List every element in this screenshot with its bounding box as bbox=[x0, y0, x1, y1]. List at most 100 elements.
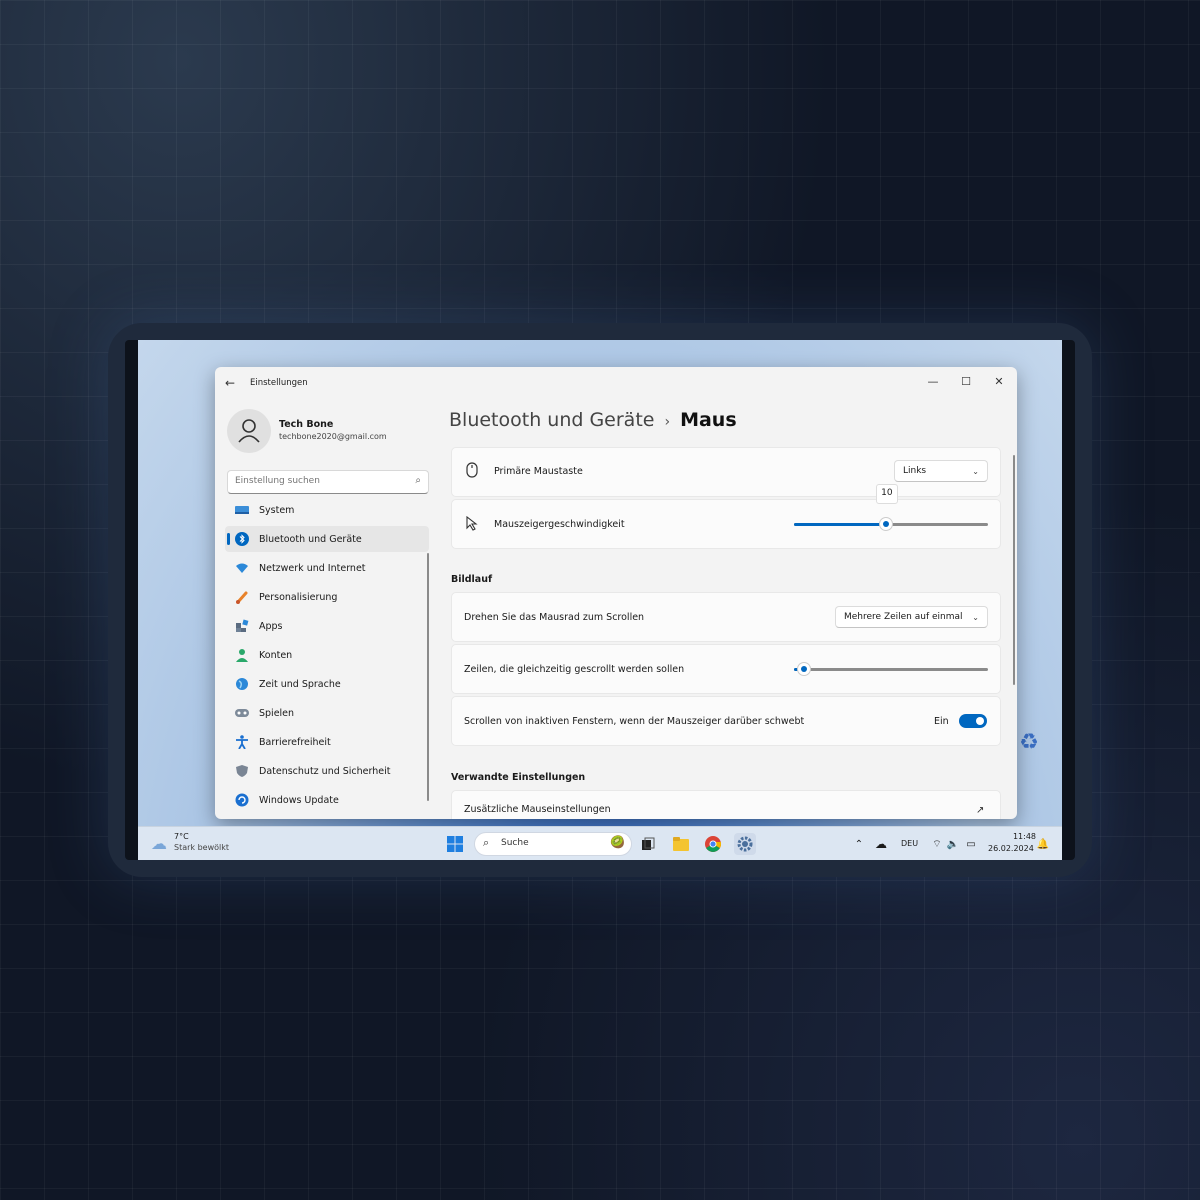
pointer-speed-fill bbox=[794, 523, 886, 526]
lines-scroll-slider[interactable] bbox=[794, 668, 988, 671]
sidebar-item-label: Konten bbox=[259, 649, 293, 661]
lines-scroll-label: Zeilen, die gleichzeitig gescrollt werde… bbox=[464, 664, 685, 675]
sidebar-item-network[interactable]: Netzwerk und Internet bbox=[225, 555, 429, 581]
title-bar: ← Einstellungen — ☐ ✕ bbox=[215, 367, 1017, 399]
sidebar-item-time-language[interactable]: Zeit und Sprache bbox=[225, 671, 429, 697]
accessibility-icon bbox=[235, 735, 249, 749]
desktop-screen: ♻ ← Einstellungen — ☐ ✕ Tech Bone techbo… bbox=[138, 340, 1062, 860]
sidebar-item-label: Netzwerk und Internet bbox=[259, 562, 366, 574]
close-button[interactable]: ✕ bbox=[983, 372, 1015, 392]
sidebar-item-label: Bluetooth und Geräte bbox=[259, 533, 362, 545]
sidebar-nav: System Bluetooth und Geräte Netzwerk und… bbox=[225, 497, 429, 816]
wheel-scroll-select[interactable]: Mehrere Zeilen auf einmal ⌄ bbox=[835, 606, 988, 628]
sidebar-item-accessibility[interactable]: Barrierefreiheit bbox=[225, 729, 429, 755]
search-icon: ⌕ bbox=[483, 836, 490, 849]
minimize-button[interactable]: — bbox=[917, 372, 949, 392]
sidebar-item-label: Spielen bbox=[259, 707, 295, 719]
window-title: Einstellungen bbox=[250, 378, 308, 388]
battery-icon[interactable]: ▭ bbox=[960, 833, 982, 855]
taskbar-search-label: Suche bbox=[501, 838, 529, 848]
clock-time[interactable]: 11:48 bbox=[1000, 832, 1036, 841]
sidebar-item-bluetooth[interactable]: Bluetooth und Geräte bbox=[225, 526, 429, 552]
toggle-state-label: Ein bbox=[934, 716, 949, 727]
inactive-scroll-toggle[interactable] bbox=[959, 714, 987, 728]
extra-mouse-settings-label: Zusätzliche Mauseinstellungen bbox=[464, 804, 611, 815]
clock-date[interactable]: 26.02.2024 bbox=[988, 844, 1034, 853]
wheel-scroll-label: Drehen Sie das Mausrad zum Scrollen bbox=[464, 612, 645, 623]
sidebar-item-label: Apps bbox=[259, 620, 283, 632]
breadcrumb-parent[interactable]: Bluetooth und Geräte bbox=[449, 409, 654, 431]
inactive-scroll-card: Scrollen von inaktiven Fenstern, wenn de… bbox=[451, 696, 1001, 746]
chevron-down-icon: ⌄ bbox=[972, 467, 979, 476]
sidebar-item-label: System bbox=[259, 504, 295, 516]
sidebar-item-personalization[interactable]: Personalisierung bbox=[225, 584, 429, 610]
taskbar-search[interactable]: ⌕ Suche 🥝 bbox=[474, 832, 632, 856]
pointer-speed-card: Mauszeigergeschwindigkeit 10 bbox=[451, 484, 1001, 549]
profile-name: Tech Bone bbox=[279, 419, 334, 430]
recycle-bin-icon[interactable]: ♻ bbox=[1014, 730, 1044, 760]
account-icon bbox=[235, 648, 249, 662]
sidebar-item-gaming[interactable]: Spielen bbox=[225, 700, 429, 726]
search-input[interactable] bbox=[228, 471, 405, 491]
profile-email: techbone2020@gmail.com bbox=[279, 432, 387, 441]
language-indicator[interactable]: DEU bbox=[901, 839, 918, 848]
pointer-speed-thumb[interactable] bbox=[879, 518, 892, 530]
scrolling-section-title: Bildlauf bbox=[451, 574, 493, 585]
apps-icon bbox=[235, 619, 249, 633]
onedrive-icon[interactable]: ☁ bbox=[870, 833, 892, 855]
external-link-icon: ↗ bbox=[976, 805, 985, 816]
extra-mouse-settings-card[interactable]: Zusätzliche Mauseinstellungen ↗ bbox=[451, 790, 1001, 819]
related-section-title: Verwandte Einstellungen bbox=[451, 772, 586, 783]
sidebar-item-windows-update[interactable]: Windows Update bbox=[225, 787, 429, 813]
sidebar-item-label: Datenschutz und Sicherheit bbox=[259, 765, 391, 777]
pointer-icon bbox=[466, 515, 478, 535]
system-icon bbox=[235, 503, 249, 517]
wifi-icon bbox=[235, 561, 249, 575]
maximize-button[interactable]: ☐ bbox=[950, 372, 982, 392]
primary-button-value: Links bbox=[903, 466, 927, 476]
sidebar-item-accounts[interactable]: Konten bbox=[225, 642, 429, 668]
user-icon bbox=[238, 419, 260, 443]
search-icon: ⌕ bbox=[415, 475, 421, 486]
pointer-speed-label: Mauszeigergeschwindigkeit bbox=[494, 519, 625, 530]
task-view-icon[interactable] bbox=[637, 833, 659, 855]
lines-scroll-thumb[interactable] bbox=[797, 663, 810, 675]
chevron-down-icon: ⌄ bbox=[972, 613, 979, 622]
page-title: Maus bbox=[680, 409, 737, 431]
breadcrumb-separator: › bbox=[664, 414, 671, 430]
sidebar-item-system[interactable]: System bbox=[225, 497, 429, 523]
sidebar-item-apps[interactable]: Apps bbox=[225, 613, 429, 639]
sidebar-item-privacy[interactable]: Datenschutz und Sicherheit bbox=[225, 758, 429, 784]
bluetooth-icon bbox=[235, 532, 249, 546]
weather-desc[interactable]: Stark bewölkt bbox=[174, 843, 229, 852]
back-arrow-icon[interactable]: ← bbox=[225, 376, 235, 390]
main-scrollbar[interactable] bbox=[1013, 455, 1015, 685]
taskbar: ☁ 7°C Stark bewölkt ⌕ Suche 🥝 ⌃ ☁ DEU ⌔ … bbox=[138, 826, 1062, 860]
primary-button-select[interactable]: Links ⌄ bbox=[894, 460, 988, 482]
sidebar-item-label: Personalisierung bbox=[259, 591, 338, 603]
lines-scroll-card: Zeilen, die gleichzeitig gescrollt werde… bbox=[451, 644, 1001, 694]
update-icon bbox=[235, 793, 249, 807]
weather-temp[interactable]: 7°C bbox=[174, 832, 189, 841]
pointer-speed-tooltip: 10 bbox=[875, 484, 898, 504]
settings-search[interactable]: ⌕ bbox=[227, 470, 429, 494]
settings-gear-icon[interactable] bbox=[734, 833, 756, 855]
avatar[interactable] bbox=[227, 409, 271, 453]
shield-icon bbox=[235, 764, 249, 778]
weather-cloud-icon[interactable]: ☁ bbox=[148, 832, 170, 854]
primary-button-label: Primäre Maustaste bbox=[494, 466, 583, 477]
wheel-scroll-value: Mehrere Zeilen auf einmal bbox=[844, 612, 963, 622]
breadcrumb: Bluetooth und Geräte › Maus bbox=[449, 409, 737, 431]
mouse-icon bbox=[466, 462, 478, 482]
chevron-up-icon[interactable]: ⌃ bbox=[848, 833, 870, 855]
notification-bell-icon[interactable]: 🔔 bbox=[1032, 833, 1054, 855]
wheel-scroll-card: Drehen Sie das Mausrad zum Scrollen Mehr… bbox=[451, 592, 1001, 642]
file-explorer-icon[interactable] bbox=[670, 833, 692, 855]
chrome-icon[interactable] bbox=[702, 833, 724, 855]
sidebar-item-label: Zeit und Sprache bbox=[259, 678, 341, 690]
search-highlight-icon: 🥝 bbox=[610, 835, 625, 849]
sidebar-scrollbar[interactable] bbox=[427, 553, 429, 801]
inactive-scroll-label: Scrollen von inaktiven Fenstern, wenn de… bbox=[464, 716, 805, 727]
windows-start-icon[interactable] bbox=[444, 833, 466, 855]
sidebar-item-label: Barrierefreiheit bbox=[259, 736, 331, 748]
